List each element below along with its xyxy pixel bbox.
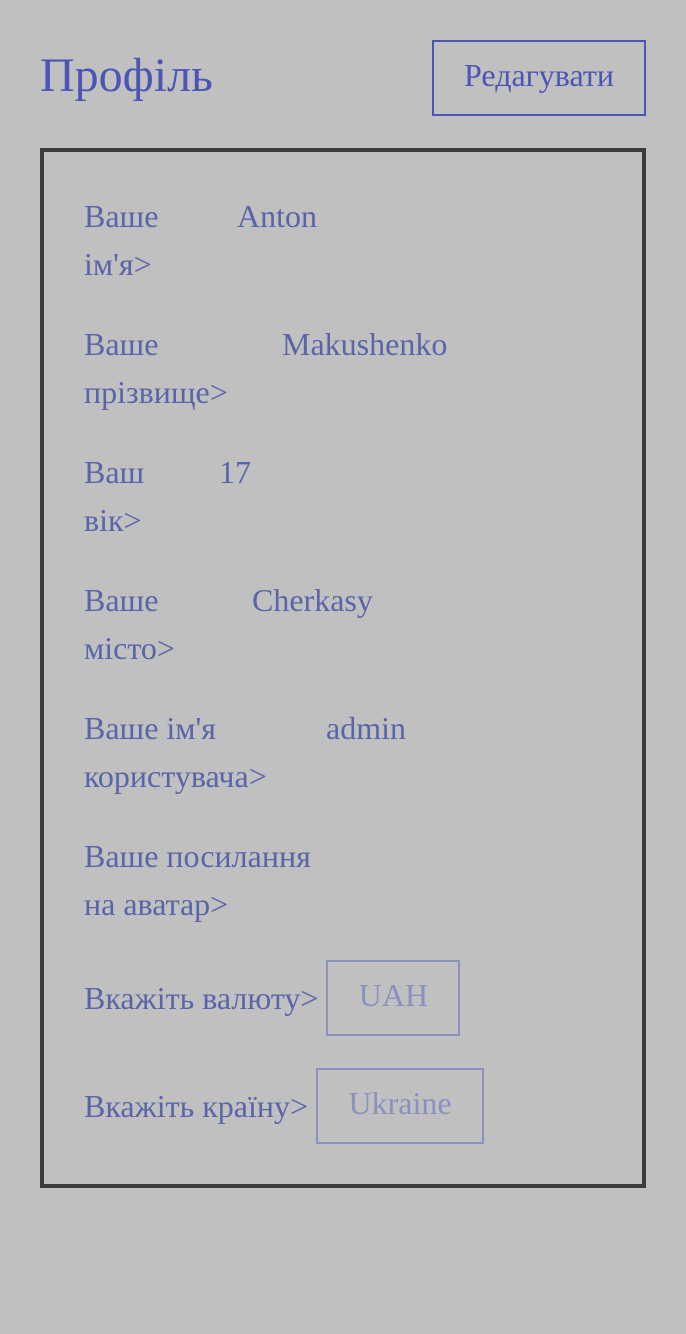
username-label: Ваше ім'я користувача> bbox=[84, 710, 267, 794]
first-name-field: Ваше ім'я> Anton bbox=[84, 192, 317, 288]
country-label: Вкажіть країну> bbox=[84, 1088, 308, 1124]
city-field: Ваше місто> Cherkasy bbox=[84, 576, 373, 672]
last-name-field: Ваше прізвище> Makushenko bbox=[84, 320, 447, 416]
country-select[interactable]: Ukraine bbox=[316, 1068, 484, 1144]
city-label: Ваше місто> bbox=[84, 582, 175, 666]
profile-card: Ваше ім'я> Anton Ваше прізвище> Makushen… bbox=[40, 148, 646, 1188]
age-field: Ваш вік> 17 bbox=[84, 448, 251, 544]
first-name-label: Ваше ім'я> bbox=[84, 198, 159, 282]
currency-select[interactable]: UAH bbox=[326, 960, 461, 1036]
username-value: admin bbox=[326, 710, 406, 746]
edit-button[interactable]: Редагувати bbox=[432, 40, 646, 116]
avatar-field: Ваше посилання на аватар> bbox=[84, 832, 311, 928]
page-title: Профіль bbox=[40, 49, 213, 102]
city-value: Cherkasy bbox=[252, 582, 373, 618]
last-name-value: Makushenko bbox=[282, 326, 448, 362]
age-label: Ваш вік> bbox=[84, 454, 145, 538]
currency-label: Вкажіть валюту> bbox=[84, 980, 319, 1016]
avatar-label: Ваше посилання на аватар> bbox=[84, 838, 311, 922]
first-name-value: Anton bbox=[237, 198, 317, 234]
username-field: Ваше ім'я користувача> admin bbox=[84, 704, 406, 800]
age-value: 17 bbox=[219, 454, 251, 490]
last-name-label: Ваше прізвище> bbox=[84, 326, 228, 410]
currency-field: Вкажіть валюту> UAH bbox=[84, 960, 461, 1036]
country-field: Вкажіть країну> Ukraine bbox=[84, 1068, 484, 1144]
